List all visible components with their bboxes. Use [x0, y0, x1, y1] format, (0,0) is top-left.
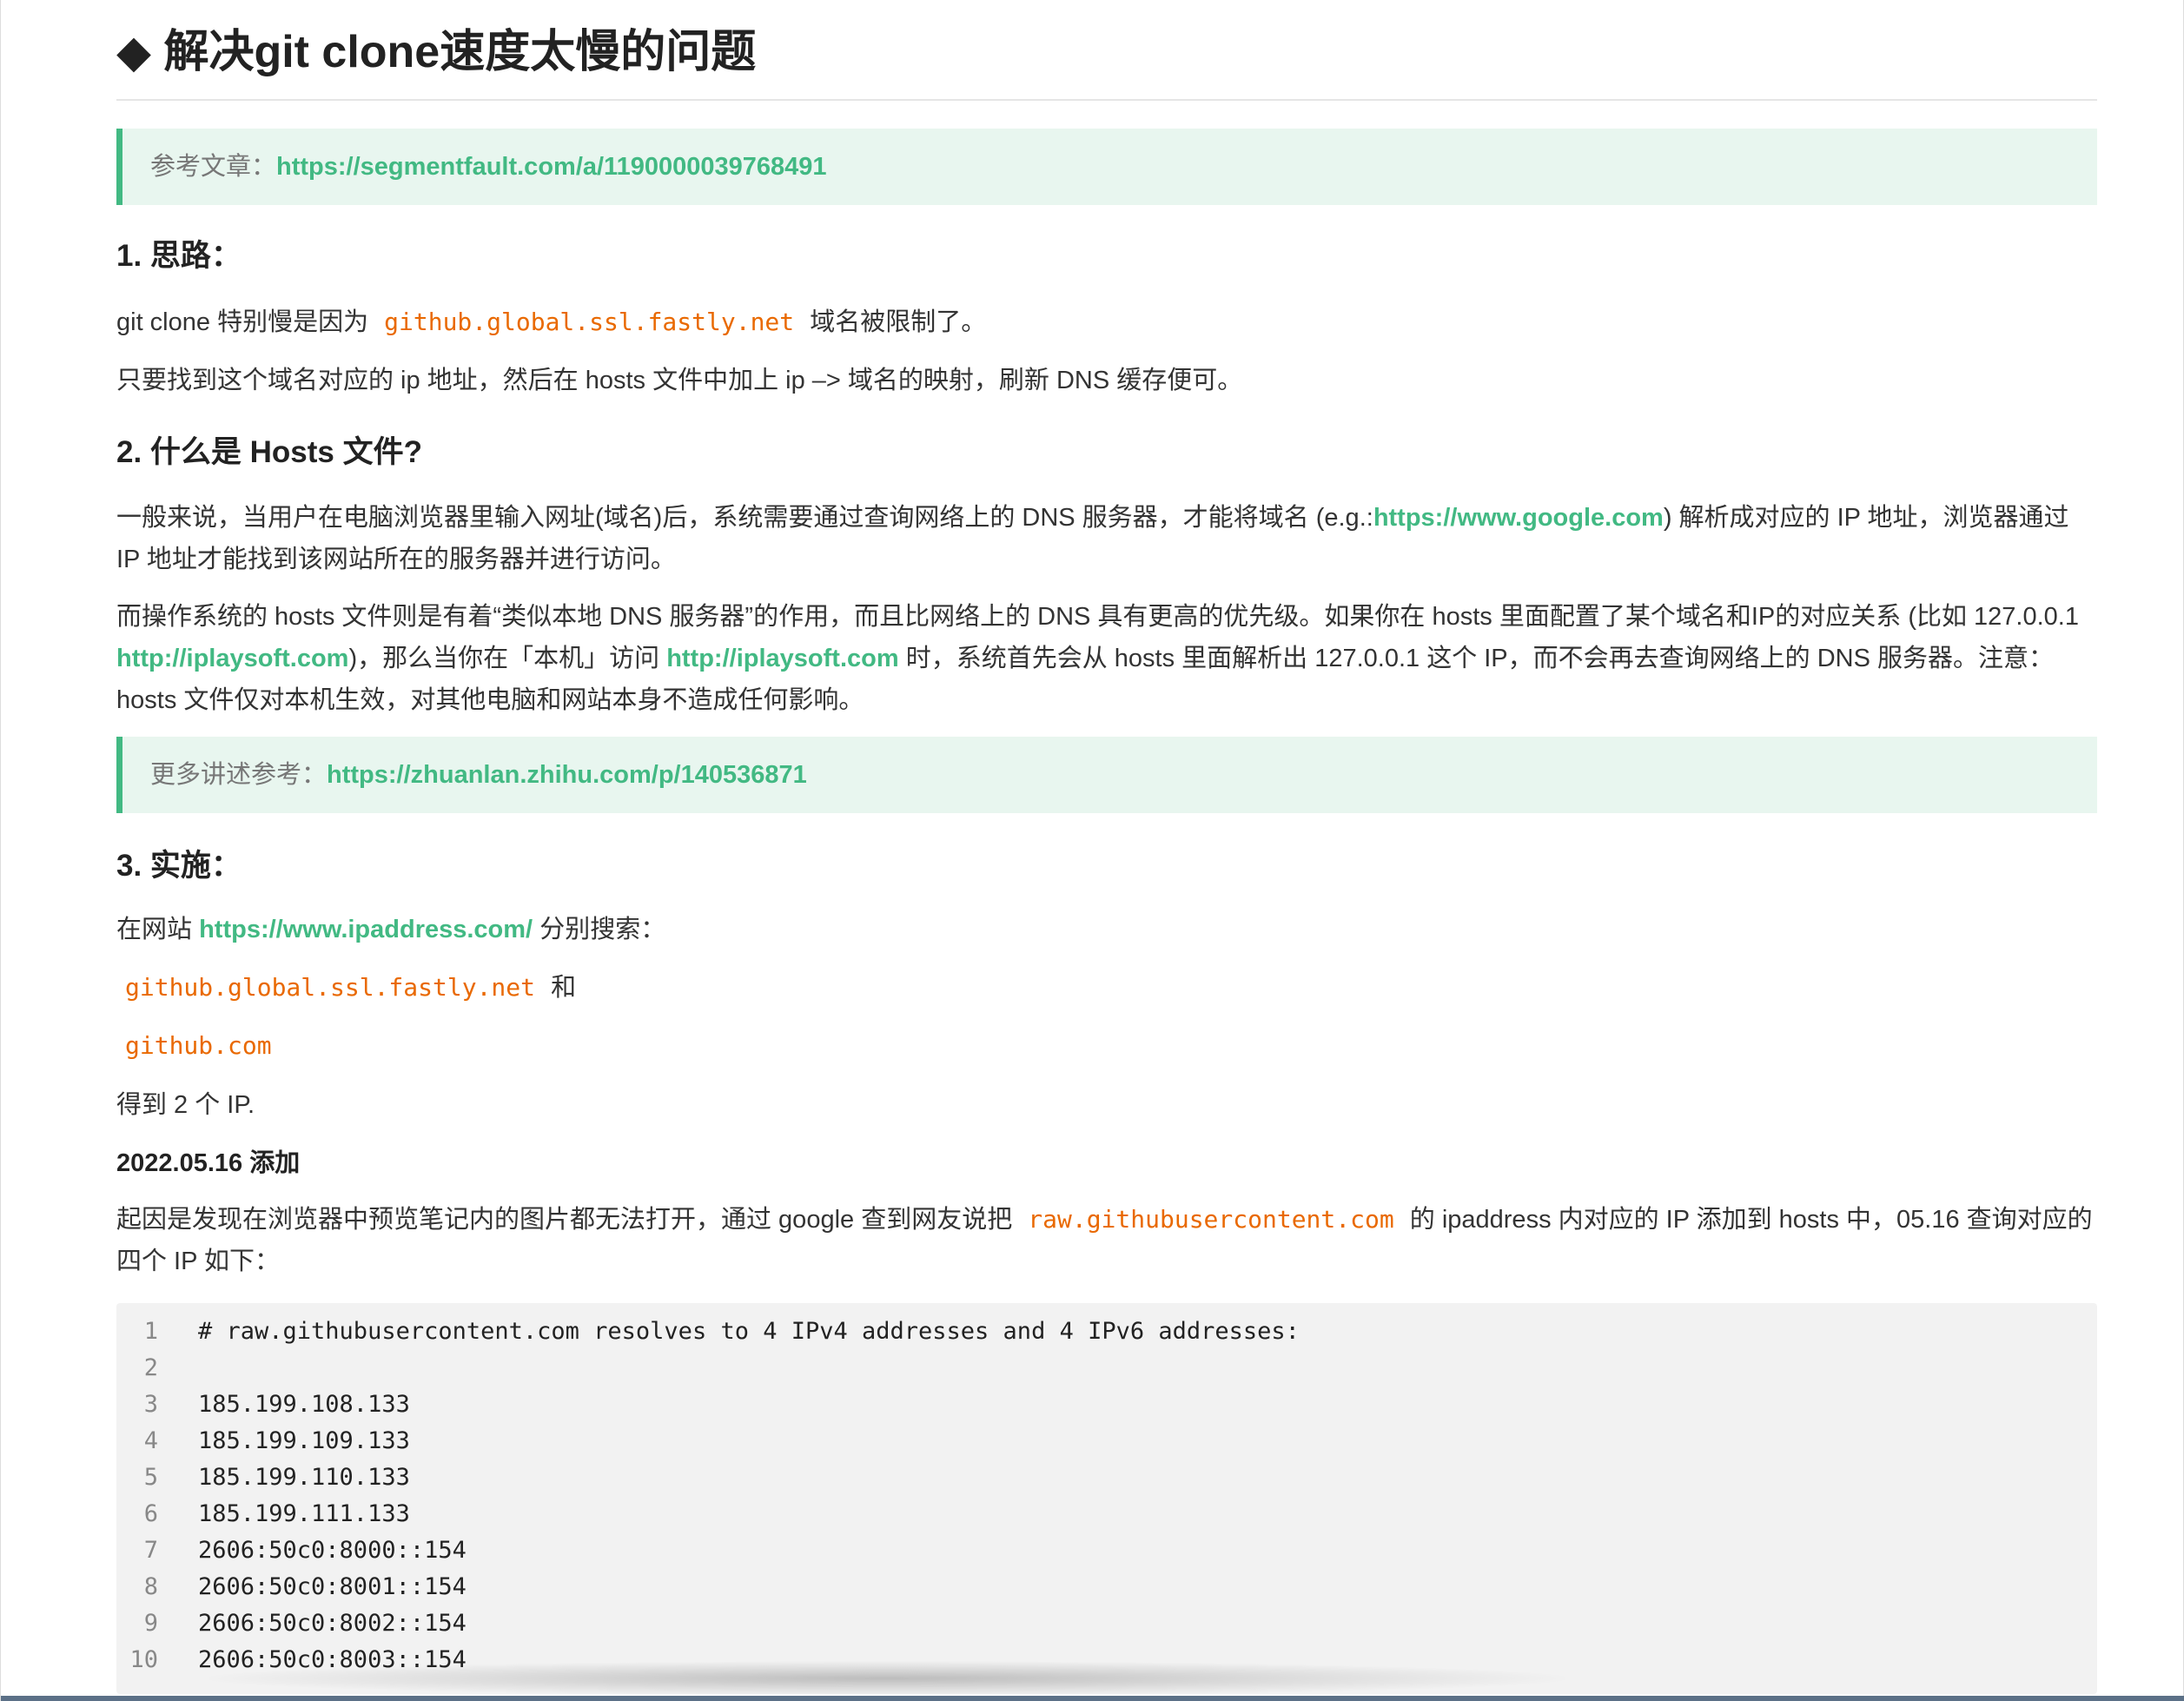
code-text: 2606:50c0:8003::154: [198, 1646, 467, 1673]
code-text: 185.199.109.133: [198, 1427, 410, 1454]
reference-link[interactable]: https://segmentfault.com/a/1190000039768…: [276, 153, 827, 181]
line-number: 4: [143, 1427, 158, 1454]
code-text: 2606:50c0:8001::154: [198, 1573, 467, 1600]
section-heading-2: 2. 什么是 Hosts 文件?: [116, 435, 422, 469]
iplaysoft-link[interactable]: http://iplaysoft.com: [116, 645, 348, 672]
line-number: 6: [143, 1500, 158, 1527]
section-heading-1: 1. 思路：: [116, 239, 242, 273]
google-link[interactable]: https://www.google.com: [1373, 504, 1664, 532]
paragraph-7: github.com: [116, 1025, 2097, 1067]
code-block: 1 # raw.githubusercontent.com resolves to…: [116, 1303, 2097, 1694]
update-title: 2022.05.16 添加: [116, 1149, 301, 1177]
paragraph-text: 起因是发现在浏览器中预览笔记内的图片都无法打开，通过 google 查到网友说把: [116, 1206, 1013, 1234]
line-number: 1: [143, 1318, 158, 1345]
paragraph-text: 分别搜索：: [539, 916, 666, 943]
paragraph-text: 一般来说，当用户在电脑浏览器里输入网址(域名)后，系统需要通过查询网络上的 DN…: [116, 504, 1373, 532]
document-page: ◆ 解决git clone速度太慢的问题 参考文章：https://segmen…: [0, 0, 2184, 1701]
code-line: 6 185.199.111.133: [116, 1496, 410, 1532]
paragraph-2: 只要找到这个域名对应的 ip 地址，然后在 hosts 文件中加上 ip –> …: [116, 367, 1243, 394]
reference-link[interactable]: https://zhuanlan.zhihu.com/p/140536871: [327, 761, 807, 789]
code-text: # raw.githubusercontent.com resolves to …: [198, 1318, 1300, 1345]
code-text: 2606:50c0:8002::154: [198, 1610, 467, 1637]
code-text: 185.199.111.133: [198, 1500, 410, 1527]
inline-code: github.com: [125, 1031, 272, 1060]
code-line: 9 2606:50c0:8002::154: [116, 1605, 467, 1642]
code-line: 4 185.199.109.133: [116, 1423, 410, 1459]
reference-blockquote: 更多讲述参考：https://zhuanlan.zhihu.com/p/1405…: [116, 737, 2097, 813]
bottom-bar: [1, 1696, 2184, 1701]
reference-label: 更多讲述参考：: [150, 761, 328, 789]
ipaddress-link[interactable]: https://www.ipaddress.com/: [199, 916, 533, 943]
code-line: 2: [116, 1350, 198, 1387]
line-number: 9: [143, 1610, 158, 1637]
line-number: 7: [143, 1537, 158, 1564]
paragraph-5: 在网站 https://www.ipaddress.com/ 分别搜索：: [116, 909, 2097, 950]
paragraph-text: 域名被限制了。: [810, 308, 987, 336]
line-number: 3: [143, 1391, 158, 1418]
code-line: 5 185.199.110.133: [116, 1459, 410, 1496]
paragraph-4: 而操作系统的 hosts 文件则是有着“类似本地 DNS 服务器”的作用，而且比…: [116, 596, 2097, 721]
iplaysoft-link[interactable]: http://iplaysoft.com: [666, 645, 898, 672]
line-number: 10: [129, 1646, 158, 1673]
inline-code: raw.githubusercontent.com: [1028, 1205, 1394, 1234]
code-text: 185.199.108.133: [198, 1391, 410, 1418]
section-heading-3: 3. 实施：: [116, 849, 242, 883]
paragraph-text: )，那么当你在「本机」访问: [348, 645, 660, 672]
line-number: 2: [143, 1354, 158, 1381]
code-line: 1 # raw.githubusercontent.com resolves to…: [116, 1314, 1300, 1350]
paragraph-1: git clone 特别慢是因为 github.global.ssl.fastl…: [116, 301, 2097, 343]
paragraph-6: github.global.ssl.fastly.net 和: [116, 967, 2097, 1009]
inline-code: github.global.ssl.fastly.net: [125, 973, 536, 1002]
line-number: 5: [143, 1464, 158, 1491]
reference-label: 参考文章：: [150, 153, 277, 181]
inline-code: github.global.ssl.fastly.net: [384, 308, 795, 336]
code-line: 7 2606:50c0:8000::154: [116, 1532, 467, 1569]
paragraph-text: git clone 特别慢是因为: [116, 308, 369, 336]
paragraph-text: 和: [551, 974, 577, 1002]
paragraph-text: 而操作系统的 hosts 文件则是有着“类似本地 DNS 服务器”的作用，而且比…: [116, 603, 2079, 631]
reference-blockquote: 参考文章：https://segmentfault.com/a/11900000…: [116, 129, 2097, 205]
line-number: 8: [143, 1573, 158, 1600]
code-text: 185.199.110.133: [198, 1464, 410, 1491]
article-content: ◆ 解决git clone速度太慢的问题 参考文章：https://segmen…: [116, 0, 2097, 1694]
paragraph-text: 在网站: [116, 916, 193, 943]
code-line: 8 2606:50c0:8001::154: [116, 1569, 467, 1605]
code-line: 10 2606:50c0:8003::154: [116, 1642, 467, 1678]
paragraph-3: 一般来说，当用户在电脑浏览器里输入网址(域名)后，系统需要通过查询网络上的 DN…: [116, 497, 2097, 580]
paragraph-9: 起因是发现在浏览器中预览笔记内的图片都无法打开，通过 google 查到网友说把…: [116, 1199, 2097, 1282]
code-text: 2606:50c0:8000::154: [198, 1537, 467, 1564]
page-title: ◆ 解决git clone速度太慢的问题: [116, 0, 2097, 101]
paragraph-8: 得到 2 个 IP.: [116, 1091, 255, 1119]
code-line: 3 185.199.108.133: [116, 1387, 410, 1423]
